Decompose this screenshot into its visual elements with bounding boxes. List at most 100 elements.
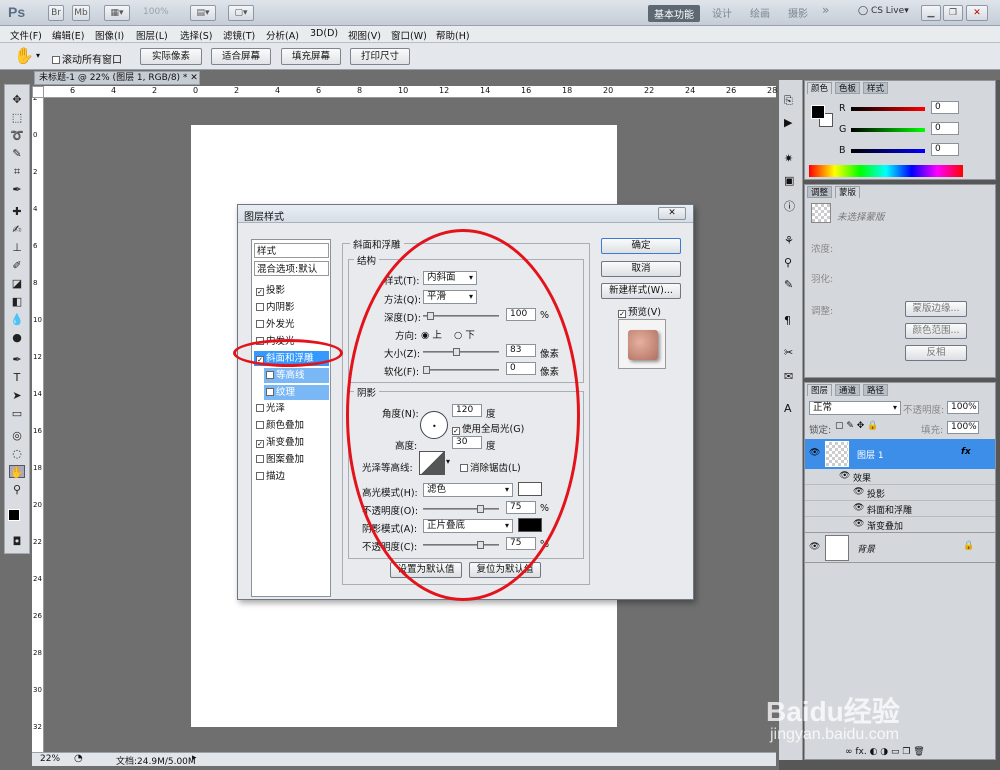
effect-eye-icon[interactable]: 👁 (853, 519, 864, 529)
style-item[interactable]: 外发光 (254, 317, 329, 332)
view-extras-button[interactable]: ▦▾ (104, 5, 130, 21)
tab-color[interactable]: 颜色 (807, 82, 833, 94)
layer-row-background[interactable]: 👁 背景 🔒 (805, 533, 995, 563)
style-item[interactable]: ✓ 投影 (254, 283, 329, 298)
layer-row-1[interactable]: 👁 图层 1 fx (805, 439, 995, 469)
color-range-button[interactable]: 颜色范围... (905, 323, 967, 339)
tab-layers[interactable]: 图层 (807, 384, 833, 396)
effect-row-drop-shadow[interactable]: 👁 投影 (805, 485, 995, 501)
scroll-all-checkbox[interactable] (52, 56, 60, 64)
status-arrow-icon[interactable]: ▸ (192, 753, 197, 763)
tab-adjustments[interactable]: 调整 (807, 186, 833, 198)
style-item-checkbox[interactable] (266, 371, 274, 379)
marquee-tool-icon[interactable]: ⬚ (9, 111, 25, 124)
eye-icon[interactable]: 👁 (809, 542, 820, 552)
blending-options[interactable]: 混合选项:默认 (254, 261, 329, 276)
styles-header[interactable]: 样式 (254, 243, 329, 258)
tab-masks[interactable]: 蒙版 (835, 186, 861, 198)
new-style-button[interactable]: 新建样式(W)... (601, 283, 681, 299)
print-size-button[interactable]: 打印尺寸 (350, 48, 410, 65)
dodge-tool-icon[interactable]: ● (9, 331, 25, 344)
zoom-tool-icon[interactable]: ⚲ (9, 483, 25, 496)
pen-tool-icon[interactable]: ✒ (9, 353, 25, 366)
blend-mode-select[interactable]: 正常 (809, 401, 901, 415)
style-item-checkbox[interactable] (256, 404, 264, 412)
hand-tool-icon[interactable]: ✋ (9, 465, 25, 479)
style-item[interactable]: 光泽 (254, 401, 329, 416)
effect-row-gradient[interactable]: 👁 渐变叠加 (805, 517, 995, 533)
bridge-button[interactable]: Br (48, 5, 64, 21)
close-app-button[interactable]: ✕ (966, 5, 988, 21)
ok-button[interactable]: 确定 (601, 238, 681, 254)
style-item-checkbox[interactable] (256, 472, 264, 480)
background-name[interactable]: 背景 (857, 542, 875, 555)
restore-button[interactable]: ❐ (943, 5, 963, 21)
layer-fill-field[interactable]: 100% (947, 421, 979, 434)
b-value[interactable]: 0 (931, 143, 959, 156)
healing-tool-icon[interactable]: ✚ (9, 205, 25, 218)
preview-option[interactable]: ✓ 预览(V) (618, 304, 661, 318)
cancel-button[interactable]: 取消 (601, 261, 681, 277)
crop-tool-icon[interactable]: ⌗ (9, 165, 25, 178)
menu-filter[interactable]: 滤镜(T) (223, 28, 255, 42)
style-item-checkbox[interactable] (256, 421, 264, 429)
stamp-tool-icon[interactable]: ⊥ (9, 241, 25, 254)
fg-color-chip[interactable] (811, 105, 825, 119)
tab-paths[interactable]: 路径 (863, 384, 889, 396)
style-item-checkbox[interactable]: ✓ (256, 440, 264, 448)
menu-file[interactable]: 文件(F) (10, 28, 42, 42)
style-item-checkbox[interactable] (256, 320, 264, 328)
shape-tool-icon[interactable]: ▭ (9, 407, 25, 420)
clone-panel-icon[interactable]: ⚲ (784, 256, 792, 269)
path-select-tool-icon[interactable]: ➤ (9, 389, 25, 402)
type-tool-icon[interactable]: T (9, 371, 25, 384)
layer-opacity-field[interactable]: 100% (947, 401, 979, 414)
workspace-photography[interactable]: 摄影 (788, 5, 808, 20)
g-value[interactable]: 0 (931, 122, 959, 135)
menu-view[interactable]: 视图(V) (348, 28, 381, 42)
foreground-color-swatch[interactable] (8, 509, 20, 521)
move-tool-icon[interactable]: ✥ (9, 93, 25, 106)
paragraph-panel-icon[interactable]: ¶ (784, 314, 791, 327)
menu-help[interactable]: 帮助(H) (436, 28, 470, 42)
quick-mask-icon[interactable]: ◘ (9, 535, 25, 548)
fx-badge[interactable]: fx (961, 447, 971, 457)
style-item-checkbox[interactable] (256, 455, 264, 463)
minimize-button[interactable]: ▁ (921, 5, 941, 21)
minibridge-button[interactable]: Mb (72, 5, 90, 21)
menu-window[interactable]: 窗口(W) (391, 28, 427, 42)
layer-1-name[interactable]: 图层 1 (857, 448, 884, 461)
status-zoom[interactable]: 22% (40, 754, 60, 764)
tab-channels[interactable]: 通道 (835, 384, 861, 396)
blur-tool-icon[interactable]: 💧 (9, 313, 25, 326)
quick-select-tool-icon[interactable]: ✎ (9, 147, 25, 160)
tool-preset-panel-icon[interactable]: ✎ (784, 278, 793, 291)
character-panel-icon[interactable]: A (784, 402, 792, 415)
menu-analysis[interactable]: 分析(A) (266, 28, 299, 42)
eyedropper-tool-icon[interactable]: ✒ (9, 183, 25, 196)
style-item[interactable]: ✓ 渐变叠加 (254, 435, 329, 450)
fill-screen-button[interactable]: 填充屏幕 (281, 48, 341, 65)
lasso-tool-icon[interactable]: ➰ (9, 129, 25, 142)
eye-icon[interactable]: 👁 (809, 448, 820, 458)
actions-panel-icon[interactable]: ▶ (784, 116, 792, 129)
workspace-painting[interactable]: 绘画 (750, 5, 770, 20)
layer-footer-icons[interactable]: ∞ fx. ◐ ◑ ▭ ❐ 🗑 (845, 747, 925, 757)
b-slider[interactable] (851, 149, 925, 153)
style-item[interactable]: 颜色叠加 (254, 418, 329, 433)
preview-checkbox[interactable]: ✓ (618, 310, 626, 318)
effect-eye-icon[interactable]: 👁 (853, 487, 864, 497)
scroll-all-windows[interactable]: 滚动所有窗口 (52, 51, 122, 66)
effects-eye-icon[interactable]: 👁 (839, 471, 850, 481)
g-slider[interactable] (851, 128, 925, 132)
document-tab[interactable]: 未标题-1 @ 22% (图层 1, RGB/8) * ✕ (34, 71, 200, 85)
gradient-tool-icon[interactable]: ◧ (9, 295, 25, 308)
3d-rotate-tool-icon[interactable]: ◎ (9, 429, 25, 442)
style-item[interactable]: 图案叠加 (254, 452, 329, 467)
image-panel-icon[interactable]: ▣ (784, 174, 794, 187)
dialog-titlebar[interactable]: 图层样式 ✕ (238, 205, 693, 223)
history-panel-icon[interactable]: ⎘ (784, 94, 793, 108)
eraser-tool-icon[interactable]: ◪ (9, 277, 25, 290)
menu-3d[interactable]: 3D(D) (310, 28, 338, 39)
workspace-design[interactable]: 设计 (712, 5, 732, 20)
